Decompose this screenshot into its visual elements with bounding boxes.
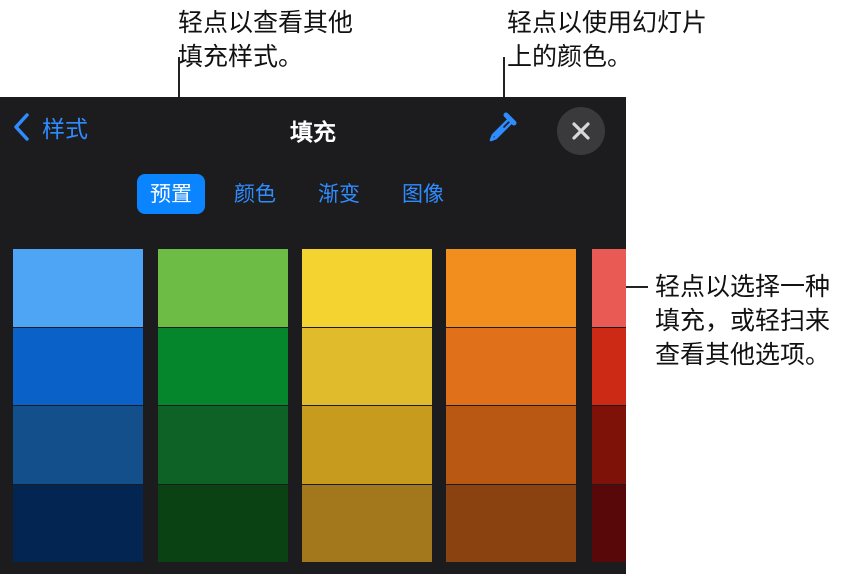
color-swatch[interactable] [302, 327, 432, 406]
callout-line: 上的颜色。 [507, 42, 633, 71]
close-button[interactable] [557, 107, 605, 155]
eyedropper-button[interactable] [484, 109, 520, 145]
callout-line: 轻点以选择一种 [655, 272, 831, 301]
color-swatch[interactable] [158, 327, 288, 406]
swatch-column-blue [13, 249, 143, 562]
fill-tabs: 预置 颜色 渐变 图像 [137, 174, 473, 214]
color-swatch[interactable] [13, 249, 143, 328]
callout-line: 轻点以使用幻灯片 [507, 8, 708, 37]
tab-presets[interactable]: 预置 [137, 174, 205, 214]
callout-slide-color: 轻点以使用幻灯片 上的颜色。 [507, 6, 707, 74]
color-swatch[interactable] [446, 406, 576, 485]
tab-color[interactable]: 颜色 [221, 174, 289, 214]
tab-image[interactable]: 图像 [389, 174, 457, 214]
color-swatch[interactable] [13, 484, 143, 562]
color-swatch[interactable] [302, 249, 432, 328]
callout-line: 查看其他选项。 [655, 340, 831, 369]
swatch-column-green [158, 249, 288, 562]
color-swatch[interactable] [13, 406, 143, 485]
color-swatch[interactable] [446, 484, 576, 562]
color-swatch[interactable] [302, 484, 432, 562]
swatch-column-red [592, 249, 626, 562]
callout-line: 填充，或轻扫来 [655, 306, 831, 335]
swatch-column-orange [446, 249, 576, 562]
color-swatch[interactable] [158, 406, 288, 485]
eyedropper-icon [489, 112, 517, 142]
callout-line: 填充样式。 [178, 42, 304, 71]
color-swatch[interactable] [446, 249, 576, 328]
color-swatch[interactable] [592, 484, 626, 562]
color-swatch[interactable] [158, 484, 288, 562]
callout-more-fill-styles: 轻点以查看其他 填充样式。 [178, 6, 353, 74]
fill-panel: 样式 填充 预置 颜色 渐变 图像 [0, 97, 626, 574]
color-swatch[interactable] [302, 406, 432, 485]
color-swatch[interactable] [13, 327, 143, 406]
callout-choose-fill: 轻点以选择一种 填充，或轻扫来 查看其他选项。 [655, 270, 830, 372]
swatch-column-yellow [302, 249, 432, 562]
callout-line: 轻点以查看其他 [178, 8, 354, 37]
color-swatch[interactable] [592, 406, 626, 485]
tab-gradient[interactable]: 渐变 [305, 174, 373, 214]
color-swatch[interactable] [592, 249, 626, 328]
color-swatch[interactable] [592, 327, 626, 406]
color-swatch[interactable] [446, 327, 576, 406]
panel-title: 填充 [290, 120, 336, 146]
close-icon [572, 122, 590, 140]
color-swatch[interactable] [158, 249, 288, 328]
